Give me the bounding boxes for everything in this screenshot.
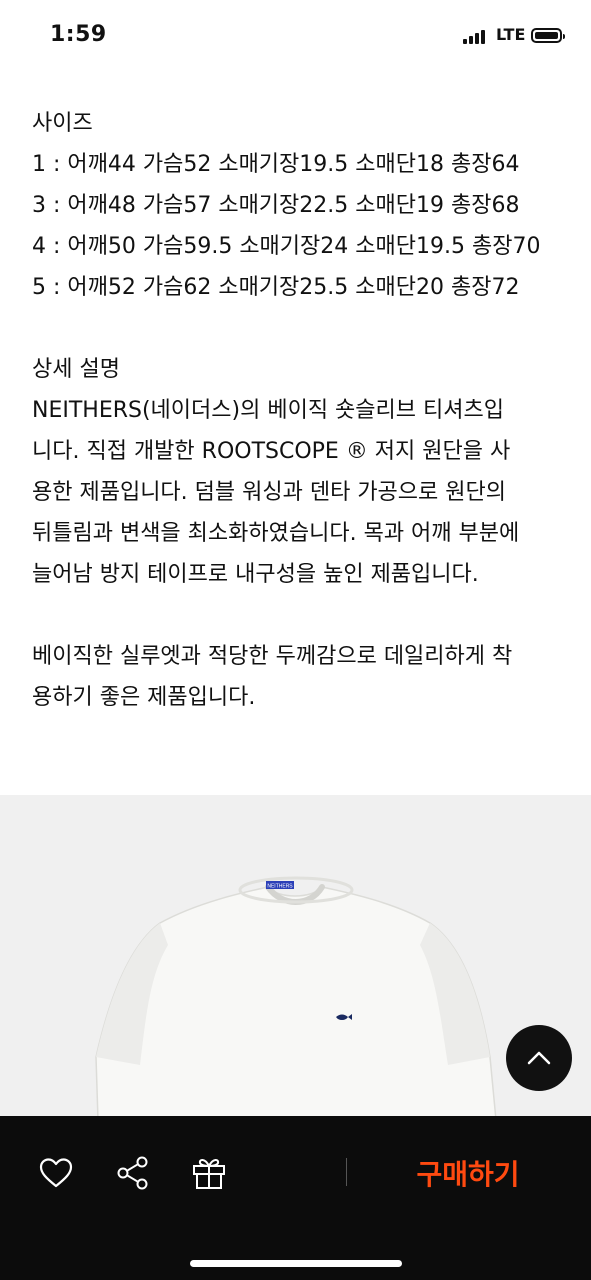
like-button[interactable]: [33, 1150, 79, 1196]
description-line: 용한 제품입니다. 덤블 워싱과 덴타 가공으로 원단의: [32, 480, 506, 505]
product-image: NEITHERS: [0, 795, 591, 1120]
share-icon: [117, 1156, 148, 1190]
status-bar: 1:59 LTE: [0, 0, 591, 74]
description-heading: 상세 설명: [32, 357, 120, 382]
scroll-top-button[interactable]: [506, 1025, 572, 1091]
signal-icon: [463, 30, 489, 44]
buy-button[interactable]: 구매하기: [388, 1150, 548, 1196]
description-line: NEITHERS(네이더스)의 베이직 숏슬리브 티셔츠입: [32, 398, 504, 423]
brand-label: NEITHERS: [267, 884, 293, 890]
product-detail-text: 사이즈 1 : 어깨44 가슴52 소매기장19.5 소매단18 총장64 3 …: [32, 103, 572, 718]
description-line: 베이직한 실루엣과 적당한 두께감으로 데일리하게 착: [32, 644, 513, 669]
share-button[interactable]: [110, 1150, 156, 1196]
description-line: 뒤틀림과 변색을 최소화하였습니다. 목과 어깨 부분에: [32, 521, 520, 546]
size-row: 1 : 어깨44 가슴52 소매기장19.5 소매단18 총장64: [32, 152, 520, 177]
home-indicator[interactable]: [190, 1260, 402, 1267]
divider: [346, 1158, 347, 1186]
size-row: 4 : 어깨50 가슴59.5 소매기장24 소매단19.5 총장70: [32, 234, 541, 259]
description-line: 니다. 직접 개발한 ROOTSCOPE ® 저지 원단을 사: [32, 439, 511, 464]
status-time: 1:59: [50, 22, 107, 47]
bottom-action-bar: 구매하기: [0, 1116, 591, 1280]
description-line: 늘어남 방지 테이프로 내구성을 높인 제품입니다.: [32, 562, 479, 587]
tshirt-illustration: NEITHERS: [95, 876, 497, 1120]
network-type: LTE: [496, 25, 526, 44]
battery-icon: [531, 28, 565, 43]
sizes-heading: 사이즈: [32, 111, 93, 136]
chevron-up-icon: [527, 1051, 551, 1065]
size-row: 5 : 어깨52 가슴62 소매기장25.5 소매단20 총장72: [32, 275, 520, 300]
heart-icon: [39, 1158, 73, 1188]
gift-icon: [193, 1159, 225, 1189]
gift-button[interactable]: [186, 1150, 232, 1196]
size-row: 3 : 어깨48 가슴57 소매기장22.5 소매단19 총장68: [32, 193, 520, 218]
description-line: 용하기 좋은 제품입니다.: [32, 685, 256, 710]
